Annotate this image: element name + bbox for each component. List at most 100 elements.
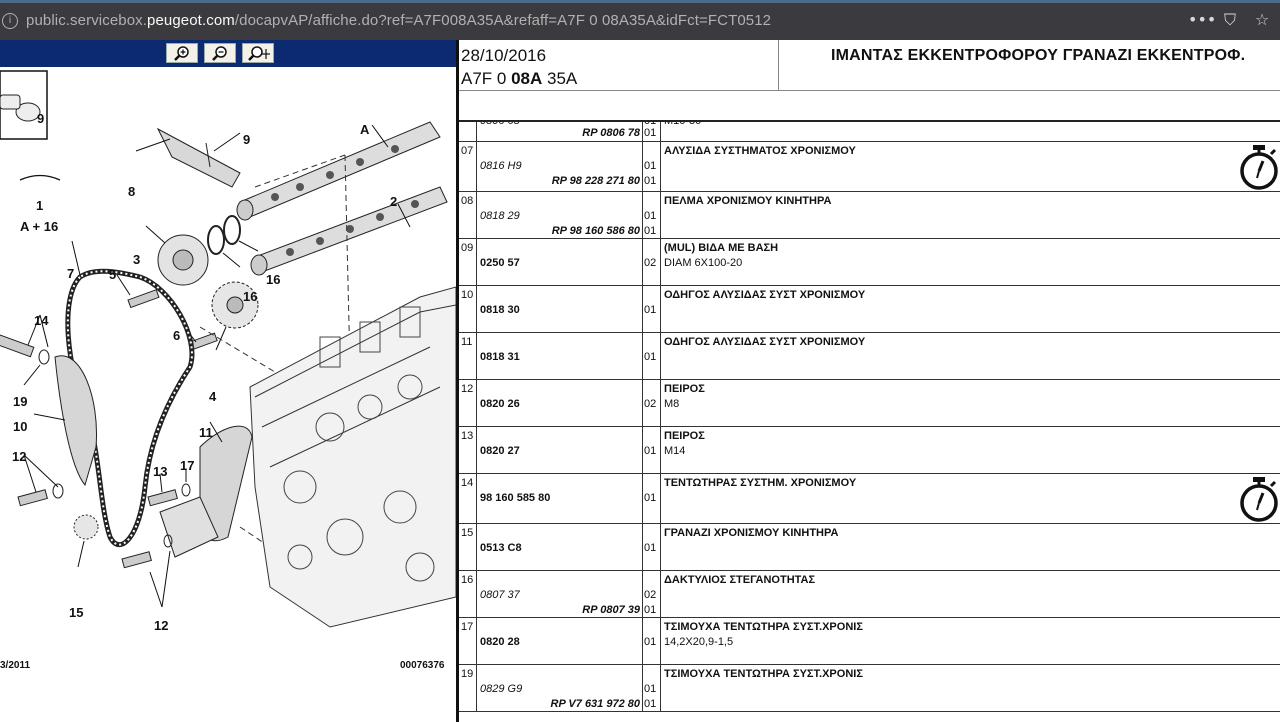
part-number[interactable]: 0807 37 [480,589,520,601]
table-row[interactable]: 10 0818 30 01 ΟΔΗΓΟΣ ΑΛΥΣΙΔΑΣ ΣΥΣΤ ΧΡΟΝΙΣΜΟ… [459,286,1280,333]
replacement-quantity: 01 [644,604,657,616]
callout-5: 5 [109,267,117,282]
callout-16-upper: 16 [266,272,281,287]
table-row[interactable]: 19 0829 G9 RP V7 631 972 80 01 01 ΤΣΙΜΟΥΧΑ ΤΕ… [459,665,1280,712]
quantity: 02 [644,398,657,410]
replacement-part-number[interactable]: RP 0806 78 [582,127,640,139]
zoom-pan-button[interactable] [242,43,274,63]
item-number: 14 [461,477,474,489]
callout-14: 14 [34,313,49,328]
table-row[interactable]: 08 0818 29 RP 98 160 586 80 01 01 ΠΕΛΜΑ ΧΡΟΝΙ… [459,192,1280,239]
bookmark-star-icon[interactable]: ☆ [1252,10,1272,30]
item-number-cell: 11 [459,333,477,379]
quantity: 01 [644,210,657,222]
table-row[interactable]: 14 98 160 585 80 01 ΤΕΝΤΩΤΗΡΑΣ ΣΥΣΤΗΜ. ΧΡΟΝ… [459,474,1280,524]
site-info-icon[interactable]: i [2,13,18,29]
part-number[interactable]: 0816 H9 [480,160,522,172]
part-number-cell[interactable]: 0818 31 [477,333,643,379]
part-number[interactable]: 0829 G9 [480,683,522,695]
part-number[interactable]: 0820 27 [480,445,520,457]
callout-4: 4 [209,389,217,404]
item-number: 11 [461,336,473,348]
address-bar[interactable]: public.servicebox.peugeot.com/docapvAP/a… [26,12,771,29]
part-number-cell[interactable]: 0829 G9 RP V7 631 972 80 [477,665,643,711]
zoom-in-button[interactable] [166,43,198,63]
quantity: 01 [644,304,657,316]
callout-3: 3 [133,252,141,267]
replacement-part-number[interactable]: RP 0807 39 [582,604,640,616]
part-number[interactable]: 0820 28 [480,636,520,648]
quantity: 02 [644,257,657,269]
replacement-part-number[interactable]: RP V7 631 972 80 [551,698,641,710]
quantity-cell: 02 [643,380,661,426]
page-title: ΙΜΑΝΤΑΣ ΕΚΚΕΝΤΡΟΦΟΡΟΥ ΓΡΑΝΑΖΙ ΕΚΚΕΝΤΡΟΦ. [831,47,1246,64]
part-number-cell[interactable]: 0806 65 RP 0806 78 [477,122,643,141]
part-number-cell[interactable]: 98 160 585 80 [477,474,643,523]
part-number[interactable]: 0806 65 [480,122,520,127]
table-row[interactable]: 12 0820 26 02 ΠΕΙΡΟΣ M8 [459,380,1280,427]
diagram-date: 3/2011 [0,660,31,671]
timing-stopwatch-icon [1238,143,1280,196]
engine-reference: A7F 0 08A 35A [461,69,578,88]
table-row[interactable]: 13 0820 27 01 ΠΕΙΡΟΣ M14 [459,427,1280,474]
part-number-cell[interactable]: 0513 C8 [477,524,643,570]
part-number[interactable]: 0818 30 [480,304,520,316]
replacement-part-number[interactable]: RP 98 228 271 80 [552,175,640,187]
quantity-cell: 0101 [643,665,661,711]
part-number-cell[interactable]: 0818 30 [477,286,643,332]
table-row[interactable]: 16 0807 37 RP 0807 39 02 01 ΔΑΚΤΥΛΙΟΣ ΣΤΕΓΑΝΟ… [459,571,1280,618]
part-description: ΤΣΙΜΟΥΧΑ ΤΕΝΤΩΤΗΡΑ ΣΥΣΤ.ΧΡΟΝΙΣ [664,668,863,680]
part-number-cell[interactable]: 0818 29 RP 98 160 586 80 [477,192,643,238]
part-description: ΑΛΥΣΙΔΑ ΣΥΣΤΗΜΑΤΟΣ ΧΡΟΝΙΣΜΟΥ [664,145,856,157]
item-number: 08 [461,195,474,207]
part-number-cell[interactable]: 0816 H9 RP 98 228 271 80 [477,142,643,191]
quantity-cell: 0101 [643,142,661,191]
pocket-icon[interactable]: ⛉ [1220,10,1240,30]
callout-8: 8 [128,184,136,199]
item-number-cell: 16 [459,571,477,617]
table-row[interactable]: 17 0820 28 01 ΤΣΙΜΟΥΧΑ ΤΕΝΤΩΤΗΡΑ ΣΥΣΤ.ΧΡΟΝΙ… [459,618,1280,665]
part-number-cell[interactable]: 0820 27 [477,427,643,473]
part-number-cell[interactable]: 0820 28 [477,618,643,664]
part-number-cell[interactable]: 0250 57 [477,239,643,285]
quantity: 01 [644,351,657,363]
part-description: ΔΑΚΤΥΛΙΟΣ ΣΤΕΓΑΝΟΤΗΤΑΣ [664,574,816,586]
quantity-cell: 01 [643,286,661,332]
diagram-panel: 9 9 A 2 8 1 A + 16 3 7 5 16 16 14 6 4 19… [0,40,456,722]
quantity: 01 [644,683,657,695]
item-number: 07 [461,145,474,157]
item-number-cell: 13 [459,427,477,473]
part-number[interactable]: 0820 26 [480,398,520,410]
callout-12-bottom: 12 [154,618,169,633]
part-specification: 14,2X20,9-1,5 [664,636,734,648]
quantity: 02 [644,589,657,601]
part-number-cell[interactable]: 0820 26 [477,380,643,426]
part-number[interactable]: 0818 31 [480,351,520,363]
callout-12-left: 12 [12,449,27,464]
part-number[interactable]: 0250 57 [480,257,520,269]
page-actions-menu-icon[interactable]: ••• [1188,10,1216,30]
replacement-part-number[interactable]: RP 98 160 586 80 [552,225,640,237]
part-number[interactable]: 0818 29 [480,210,520,222]
table-row[interactable]: 0806 65 RP 0806 780101M10-30 [459,122,1280,142]
part-number[interactable]: 98 160 585 80 [480,492,550,504]
item-number-cell: 15 [459,524,477,570]
part-description: ΤΣΙΜΟΥΧΑ ΤΕΝΤΩΤΗΡΑ ΣΥΣΤ.ΧΡΟΝΙΣ [664,621,863,633]
table-row[interactable]: 15 0513 C8 01 ΓΡΑΝΑΖΙ ΧΡΟΝΙΣΜΟΥ ΚΙΝΗΤΗΡΑ [459,524,1280,571]
part-number[interactable]: 0513 C8 [480,542,522,554]
table-row[interactable]: 07 0816 H9 RP 98 228 271 80 01 01 ΑΛΥΣΙΔΑ ΣΥΣ… [459,142,1280,192]
parts-list-panel: 28/10/2016 A7F 0 08A 35A ΙΜΑΝΤΑΣ ΕΚΚΕΝΤΡ… [459,40,1280,722]
table-row[interactable]: 11 0818 31 01 ΟΔΗΓΟΣ ΑΛΥΣΙΔΑΣ ΣΥΣΤ ΧΡΟΝΙΣΜΟ… [459,333,1280,380]
replacement-quantity: 01 [644,127,657,139]
table-row[interactable]: 09 0250 57 02 (MUL) ΒΙΔΑ ΜΕ ΒΑΣΗ DIAM 6X100-… [459,239,1280,286]
callout-11: 11 [199,425,213,440]
part-specification: M10-30 [664,122,701,127]
tab-strip-edge [0,0,1280,3]
part-number-cell[interactable]: 0807 37 RP 0807 39 [477,571,643,617]
item-number-cell: 10 [459,286,477,332]
document-date: 28/10/2016 [461,46,547,65]
item-number: 13 [461,430,474,442]
item-number: 10 [461,289,474,301]
zoom-out-button[interactable] [204,43,236,63]
item-number: 12 [461,383,474,395]
